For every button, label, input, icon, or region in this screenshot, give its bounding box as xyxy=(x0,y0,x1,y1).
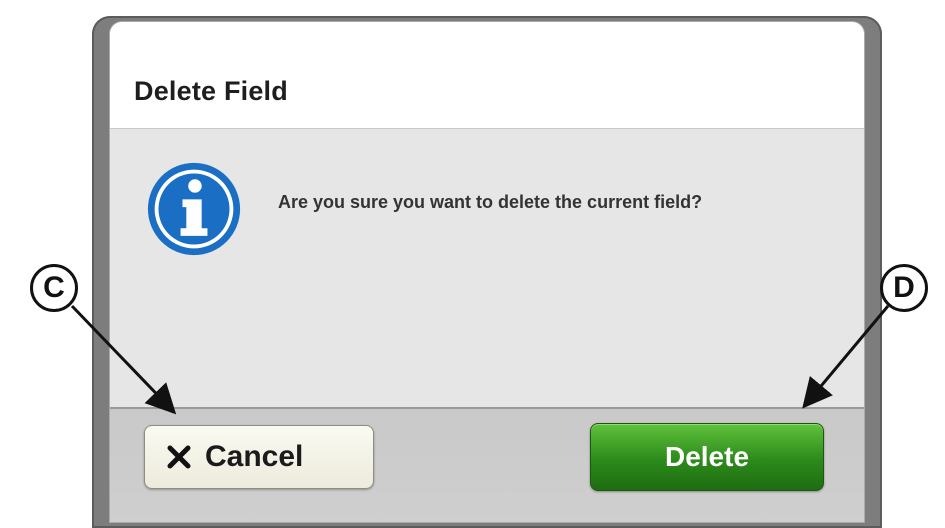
delete-button[interactable]: Delete xyxy=(590,423,824,491)
dialog-titlebar: Delete Field xyxy=(110,22,864,129)
callout-c: C xyxy=(30,264,78,312)
callout-d: D xyxy=(880,264,928,312)
delete-button-label: Delete xyxy=(664,441,750,472)
dialog-message: Are you sure you want to delete the curr… xyxy=(278,192,703,212)
dialog-content: Are you sure you want to delete the curr… xyxy=(110,129,864,407)
dialog-footer: Cancel Delete xyxy=(110,407,864,522)
delete-field-dialog: Delete Field Are you sure you want to de… xyxy=(110,22,864,522)
info-icon xyxy=(147,162,241,256)
cancel-button[interactable]: Cancel xyxy=(144,425,374,489)
cancel-button-label: Cancel xyxy=(205,440,304,473)
close-icon xyxy=(167,445,191,469)
dialog-title: Delete Field xyxy=(134,76,288,106)
